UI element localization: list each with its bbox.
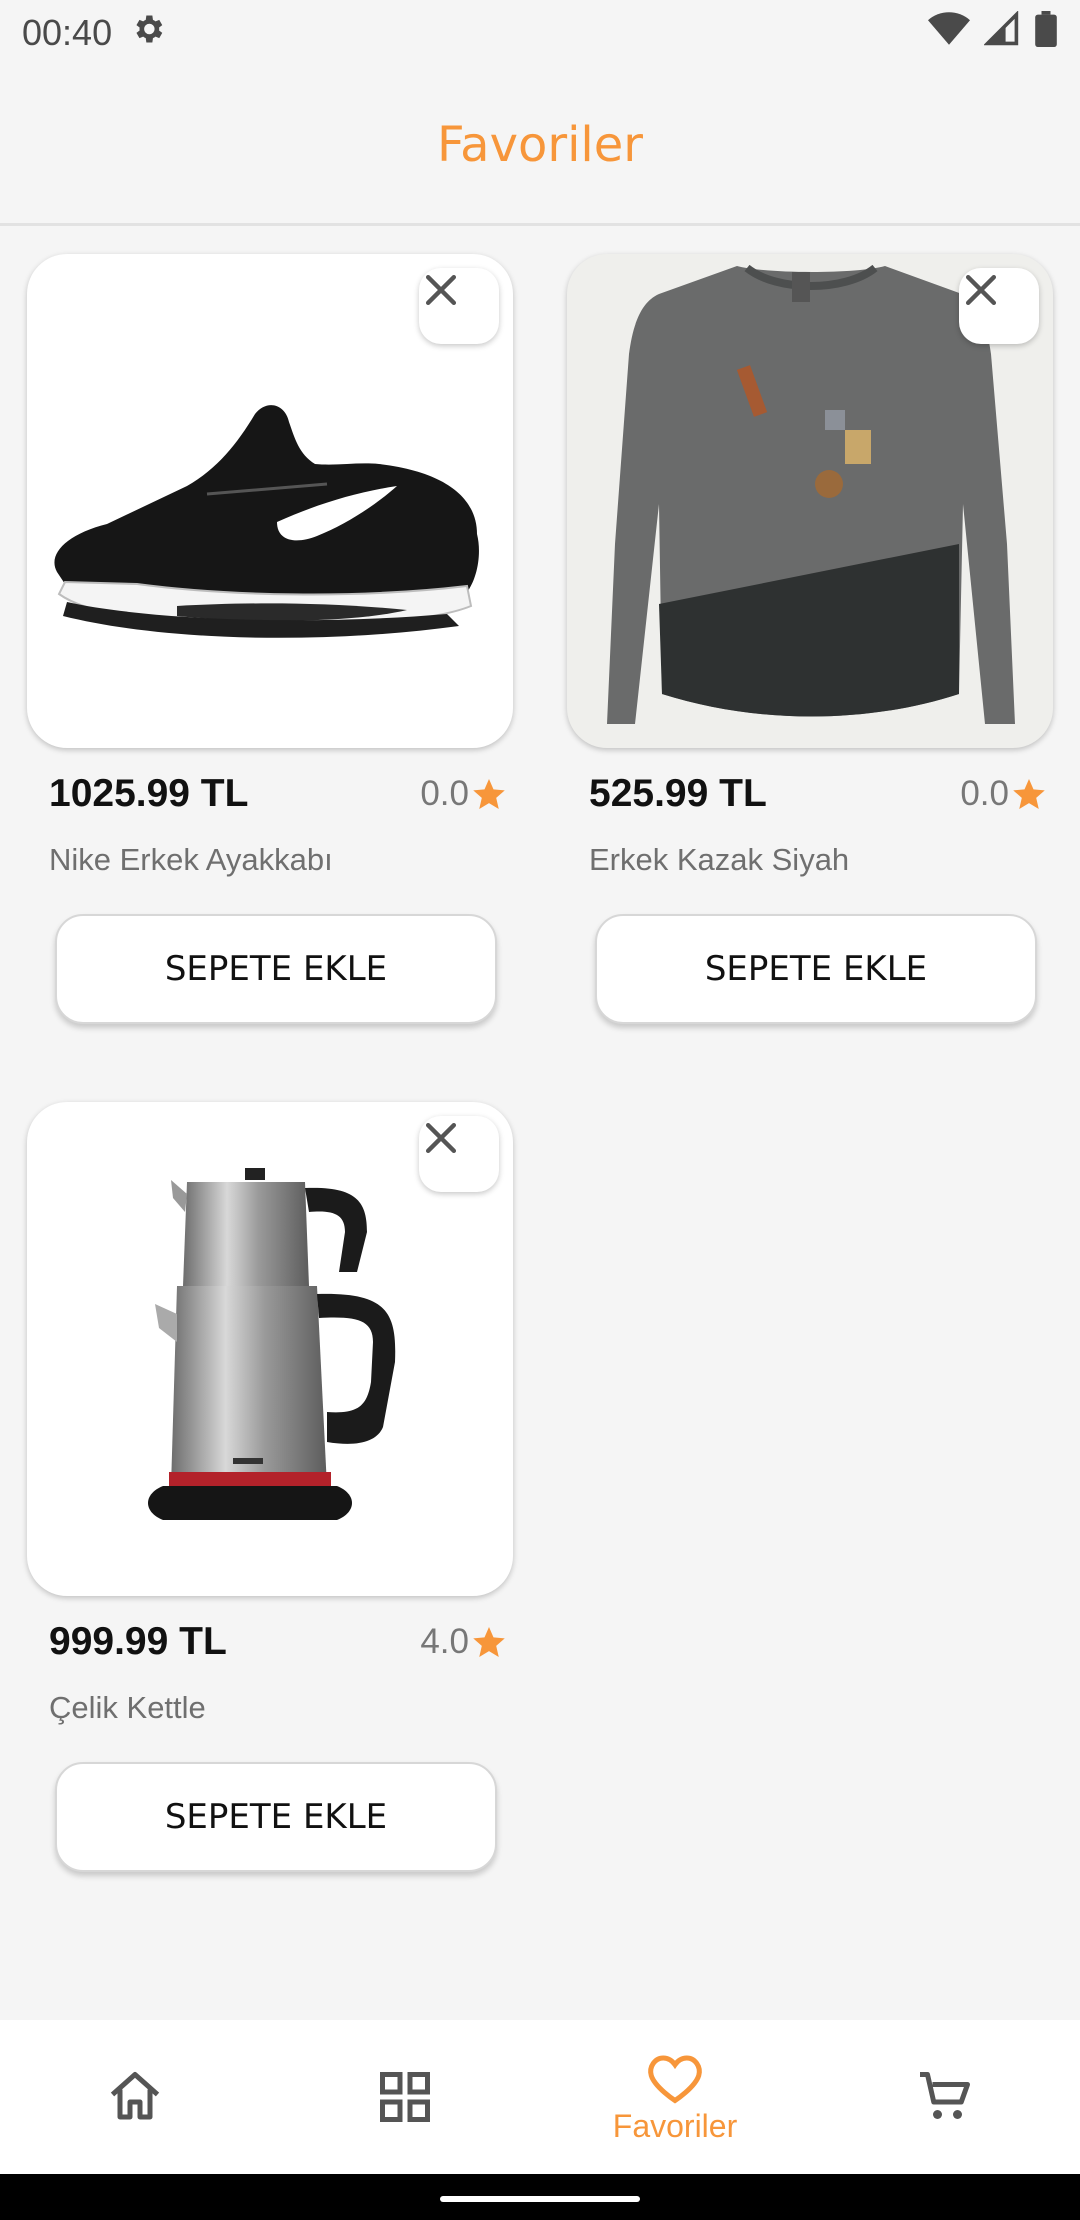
wifi-icon <box>928 11 970 56</box>
signal-icon <box>983 9 1020 56</box>
product-card[interactable]: 999.99 TL 4.0 Çelik Kettle SEPETE EKLE <box>27 1102 513 1882</box>
add-to-cart-button[interactable]: SEPETE EKLE <box>55 1762 497 1872</box>
product-rating: 0.0 <box>420 774 507 814</box>
star-icon <box>473 1627 505 1657</box>
product-image[interactable] <box>27 254 513 748</box>
product-price: 1025.99 TL <box>49 772 249 815</box>
battery-icon <box>1034 10 1058 56</box>
product-price: 999.99 TL <box>49 1620 227 1663</box>
rating-value: 0.0 <box>960 774 1009 813</box>
product-rating: 4.0 <box>420 1622 507 1662</box>
rating-value: 4.0 <box>420 1622 469 1661</box>
system-gesture-bar <box>0 2174 1080 2220</box>
product-name: Nike Erkek Ayakkabı <box>49 842 333 877</box>
product-card[interactable]: 525.99 TL 0.0 Erkek Kazak Siyah SEPETE E… <box>567 254 1053 1034</box>
nav-item-favorites[interactable]: Favoriler <box>540 2020 810 2174</box>
nav-item-home[interactable] <box>0 2020 270 2174</box>
product-image[interactable] <box>27 1102 513 1596</box>
product-image[interactable] <box>567 254 1053 748</box>
nav-label-favorites: Favoriler <box>612 2107 738 2144</box>
heart-icon <box>648 2054 702 2103</box>
add-to-cart-button[interactable]: SEPETE EKLE <box>595 914 1037 1024</box>
settings-gear-icon <box>130 11 166 56</box>
star-icon <box>473 779 505 809</box>
close-icon <box>425 1122 457 1154</box>
status-time: 00:40 <box>22 12 113 53</box>
bottom-navigation: Favoriler <box>0 2020 1080 2174</box>
product-name: Çelik Kettle <box>49 1690 206 1725</box>
app-bar: Favoriler <box>0 66 1080 226</box>
home-gesture-handle[interactable] <box>440 2196 640 2202</box>
star-icon <box>1013 779 1045 809</box>
nav-item-cart[interactable] <box>810 2020 1080 2174</box>
rating-value: 0.0 <box>420 774 469 813</box>
nav-item-categories[interactable] <box>270 2020 540 2174</box>
remove-favorite-button[interactable] <box>419 268 499 344</box>
page-title: Favoriler <box>436 116 644 173</box>
add-to-cart-button[interactable]: SEPETE EKLE <box>55 914 497 1024</box>
product-price: 525.99 TL <box>589 772 767 815</box>
status-bar: 00:40 <box>0 0 1080 66</box>
product-name: Erkek Kazak Siyah <box>589 842 850 877</box>
cart-icon <box>920 2072 970 2119</box>
remove-favorite-button[interactable] <box>959 268 1039 344</box>
close-icon <box>425 274 457 306</box>
remove-favorite-button[interactable] <box>419 1116 499 1192</box>
home-icon <box>110 2072 160 2120</box>
product-rating: 0.0 <box>960 774 1047 814</box>
close-icon <box>965 274 997 306</box>
product-card[interactable]: 1025.99 TL 0.0 Nike Erkek Ayakkabı SEPET… <box>27 254 513 1034</box>
grid-icon <box>380 2072 430 2122</box>
